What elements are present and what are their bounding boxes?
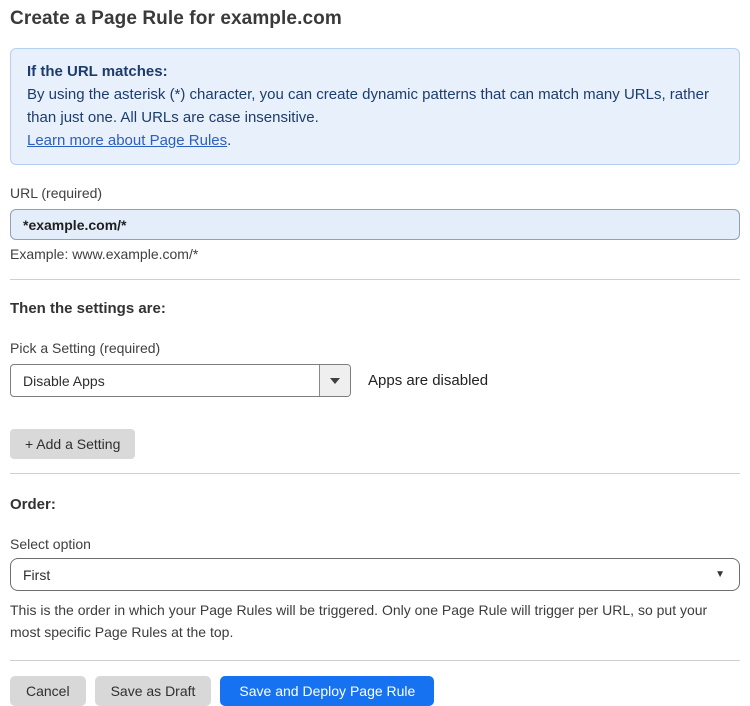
chevron-down-icon: ▼ xyxy=(715,569,725,580)
info-box-link-line: Learn more about Page Rules. xyxy=(27,129,723,152)
setting-select[interactable]: Disable Apps xyxy=(10,364,351,397)
setting-status-text: Apps are disabled xyxy=(368,372,489,389)
settings-heading: Then the settings are: xyxy=(10,300,166,317)
setting-row: Disable Apps Apps are disabled xyxy=(10,364,740,397)
url-example-text: Example: www.example.com/* xyxy=(10,246,199,262)
page-rule-form: Create a Page Rule for example.com If th… xyxy=(0,0,750,706)
learn-more-link[interactable]: Learn more about Page Rules xyxy=(27,132,227,149)
link-suffix: . xyxy=(227,132,232,149)
order-select-value: First xyxy=(23,566,51,583)
save-deploy-button[interactable]: Save and Deploy Page Rule xyxy=(220,676,435,706)
setting-select-dropdown-button[interactable] xyxy=(319,365,350,396)
info-box-body: By using the asterisk (*) character, you… xyxy=(27,86,709,126)
order-select[interactable]: First ▼ xyxy=(10,558,740,591)
footer-buttons: Cancel Save as Draft Save and Deploy Pag… xyxy=(10,676,740,706)
section-divider xyxy=(10,473,740,474)
setting-select-value: Disable Apps xyxy=(23,372,105,389)
url-input[interactable] xyxy=(10,209,740,240)
order-heading: Order: xyxy=(10,496,56,513)
section-divider xyxy=(10,279,740,280)
cancel-button[interactable]: Cancel xyxy=(10,676,86,706)
url-label: URL (required) xyxy=(10,185,103,201)
chevron-down-icon xyxy=(330,377,340,384)
select-option-label: Select option xyxy=(10,536,91,552)
url-match-info-box: If the URL matches: By using the asteris… xyxy=(10,48,740,165)
pick-setting-label: Pick a Setting (required) xyxy=(10,340,161,356)
add-setting-button[interactable]: + Add a Setting xyxy=(10,429,136,459)
footer-divider xyxy=(10,660,740,661)
order-help-text: This is the order in which your Page Rul… xyxy=(10,602,708,640)
info-box-heading: If the URL matches: xyxy=(27,63,168,80)
page-title: Create a Page Rule for example.com xyxy=(10,8,342,29)
save-draft-button[interactable]: Save as Draft xyxy=(94,676,212,706)
